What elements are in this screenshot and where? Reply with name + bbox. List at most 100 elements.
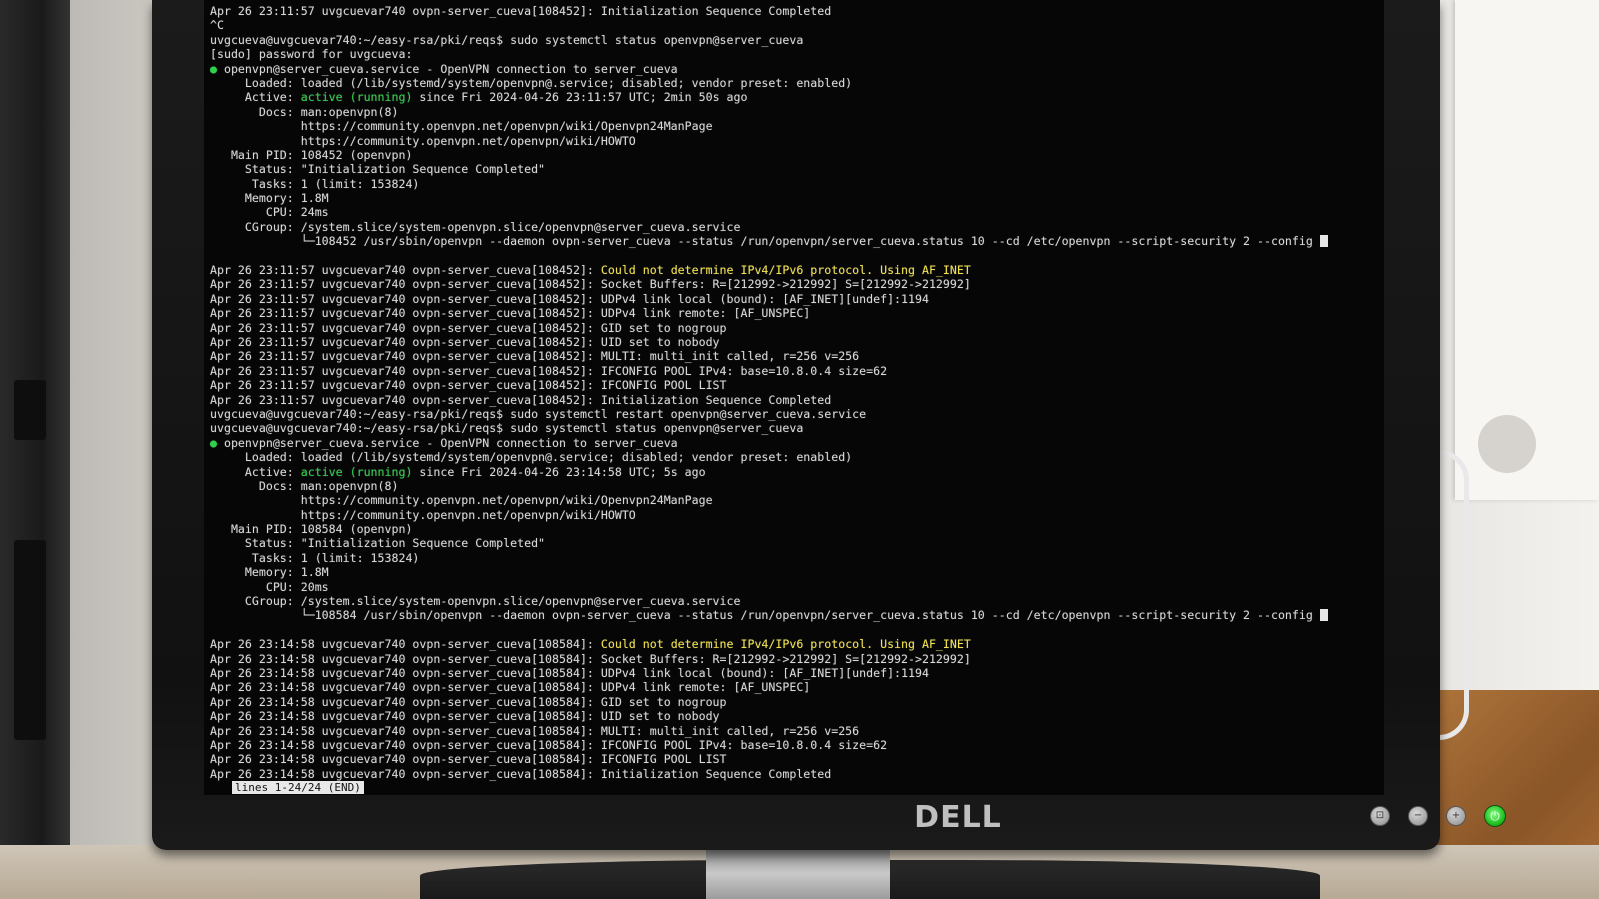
truncation-cursor — [1319, 235, 1328, 248]
line-text: Loaded: loaded (/lib/systemd/system/open… — [210, 450, 853, 465]
line-text: https://community.openvpn.net/openvpn/wi… — [210, 133, 636, 148]
terminal-line: Apr 26 23:11:57 uvgcuevar740 ovpn-server… — [210, 306, 1378, 320]
terminal-line: Tasks: 1 (limit: 153824) — [210, 177, 1378, 191]
line-text: Apr 26 23:14:58 uvgcuevar740 ovpn-server… — [210, 752, 727, 767]
terminal-line: Apr 26 23:11:57 uvgcuevar740 ovpn-server… — [210, 321, 1378, 335]
paper-mark — [1478, 415, 1536, 473]
line-text: openvpn@server_cueva.service - OpenVPN c… — [216, 61, 678, 76]
terminal-line: Docs: man:openvpn(8) — [210, 479, 1378, 493]
line-text: uvgcueva@uvgcuevar740:~/easy-rsa/pki/req… — [210, 32, 804, 47]
terminal-line: [sudo] password for uvgcueva: — [210, 47, 1378, 61]
terminal-line: uvgcueva@uvgcuevar740:~/easy-rsa/pki/req… — [210, 407, 1378, 421]
line-text: Apr 26 23:11:57 uvgcuevar740 ovpn-server… — [210, 4, 832, 18]
terminal-line: └─108584 /usr/sbin/openvpn --daemon ovpn… — [210, 608, 1378, 622]
plus-icon[interactable]: + — [1446, 806, 1466, 826]
terminal-line: Apr 26 23:11:57 uvgcuevar740 ovpn-server… — [210, 292, 1378, 306]
line-text: ^C — [210, 18, 224, 33]
line-text: Memory: 1.8M — [210, 565, 329, 580]
cable — [1438, 450, 1469, 740]
status-dot-icon: ● — [210, 435, 217, 450]
terminal-line: Docs: man:openvpn(8) — [210, 105, 1378, 119]
terminal-line: Apr 26 23:11:57 uvgcuevar740 ovpn-server… — [210, 393, 1378, 407]
terminal-line: Memory: 1.8M — [210, 191, 1378, 205]
input-select-icon[interactable]: ⊡ — [1370, 806, 1390, 826]
status-dot-icon: ● — [210, 61, 217, 76]
line-text: CGroup: /system.slice/system-openvpn.sli… — [210, 594, 741, 609]
warning-message: Could not determine IPv4/IPv6 protocol. … — [600, 263, 971, 278]
terminal-line: Apr 26 23:11:57 uvgcuevar740 ovpn-server… — [210, 335, 1378, 349]
terminal-line: Main PID: 108452 (openvpn) — [210, 148, 1378, 162]
terminal-line: CPU: 20ms — [210, 580, 1378, 594]
terminal-line: https://community.openvpn.net/openvpn/wi… — [210, 508, 1378, 522]
terminal-line: Apr 26 23:14:58 uvgcuevar740 ovpn-server… — [210, 709, 1378, 723]
terminal-line: Apr 26 23:14:58 uvgcuevar740 ovpn-server… — [210, 652, 1378, 666]
line-text: Memory: 1.8M — [210, 191, 329, 206]
terminal-line: Loaded: loaded (/lib/systemd/system/open… — [210, 450, 1378, 464]
terminal-line: Apr 26 23:11:57 uvgcuevar740 ovpn-server… — [210, 4, 1378, 18]
line-text: https://community.openvpn.net/openvpn/wi… — [210, 119, 713, 134]
monitor-controls: ⊡ − + ⏻ — [1370, 804, 1540, 828]
pager-status: lines 1-24/24 (END) — [232, 781, 364, 794]
terminal-line: Apr 26 23:14:58 uvgcuevar740 ovpn-server… — [210, 738, 1378, 752]
terminal-line: Apr 26 23:14:58 uvgcuevar740 ovpn-server… — [210, 752, 1378, 766]
terminal-line: Apr 26 23:14:58 uvgcuevar740 ovpn-server… — [210, 666, 1378, 680]
line-text: Main PID: 108584 (openvpn) — [210, 522, 413, 537]
terminal-line: └─108452 /usr/sbin/openvpn --daemon ovpn… — [210, 234, 1378, 248]
tower-slot — [14, 380, 46, 440]
line-text: since Fri 2024-04-26 23:11:57 UTC; 2min … — [412, 90, 748, 105]
terminal-line: Memory: 1.8M — [210, 565, 1378, 579]
terminal-line: uvgcueva@uvgcuevar740:~/easy-rsa/pki/req… — [210, 421, 1378, 435]
terminal-line: ● openvpn@server_cueva.service - OpenVPN… — [210, 436, 1378, 450]
line-text: https://community.openvpn.net/openvpn/wi… — [210, 507, 636, 522]
line-text: Status: "Initialization Sequence Complet… — [210, 536, 546, 551]
line-text: Apr 26 23:11:57 uvgcuevar740 ovpn-server… — [210, 334, 720, 349]
line-text: Docs: man:openvpn(8) — [210, 478, 399, 493]
line-text: Apr 26 23:14:58 uvgcuevar740 ovpn-server… — [210, 694, 727, 709]
terminal-line: Active: active (running) since Fri 2024-… — [210, 90, 1378, 104]
tower-slot — [14, 540, 46, 740]
terminal-line: Apr 26 23:11:57 uvgcuevar740 ovpn-server… — [210, 364, 1378, 378]
line-text: Apr 26 23:14:58 uvgcuevar740 ovpn-server… — [210, 680, 811, 695]
power-icon[interactable]: ⏻ — [1484, 805, 1506, 827]
pc-tower — [0, 0, 70, 899]
line-prefix: Active: — [210, 90, 301, 105]
line-text: Apr 26 23:14:58 uvgcuevar740 ovpn-server… — [210, 766, 832, 781]
line-text: uvgcueva@uvgcuevar740:~/easy-rsa/pki/req… — [210, 421, 804, 436]
line-text: Apr 26 23:11:57 uvgcuevar740 ovpn-server… — [210, 349, 860, 364]
line-text: Apr 26 23:11:57 uvgcuevar740 ovpn-server… — [210, 277, 971, 292]
line-text: Status: "Initialization Sequence Complet… — [210, 162, 546, 177]
terminal-line: Main PID: 108584 (openvpn) — [210, 522, 1378, 536]
terminal-line: Apr 26 23:14:58 uvgcuevar740 ovpn-server… — [210, 724, 1378, 738]
terminal-line: Apr 26 23:11:57 uvgcuevar740 ovpn-server… — [210, 263, 1378, 277]
terminal-line: Active: active (running) since Fri 2024-… — [210, 465, 1378, 479]
line-text: Docs: man:openvpn(8) — [210, 104, 399, 119]
terminal-line: Status: "Initialization Sequence Complet… — [210, 536, 1378, 550]
terminal-line: Apr 26 23:14:58 uvgcuevar740 ovpn-server… — [210, 767, 1378, 781]
terminal-line: Status: "Initialization Sequence Complet… — [210, 162, 1378, 176]
terminal-line: Apr 26 23:14:58 uvgcuevar740 ovpn-server… — [210, 695, 1378, 709]
line-prefix: Apr 26 23:11:57 uvgcuevar740 ovpn-server… — [210, 263, 601, 278]
truncation-cursor — [1319, 609, 1328, 622]
line-text: [sudo] password for uvgcueva: — [210, 47, 413, 62]
terminal-line: Apr 26 23:11:57 uvgcuevar740 ovpn-server… — [210, 349, 1378, 363]
line-text: CPU: 24ms — [210, 205, 329, 220]
line-text: Apr 26 23:14:58 uvgcuevar740 ovpn-server… — [210, 737, 888, 752]
terminal-line: https://community.openvpn.net/openvpn/wi… — [210, 134, 1378, 148]
line-prefix: Active: — [210, 464, 301, 479]
terminal-line: CGroup: /system.slice/system-openvpn.sli… — [210, 594, 1378, 608]
active-status: active (running) — [300, 464, 413, 479]
line-text: Apr 26 23:11:57 uvgcuevar740 ovpn-server… — [210, 320, 727, 335]
minus-icon[interactable]: − — [1408, 806, 1428, 826]
terminal-line: CGroup: /system.slice/system-openvpn.sli… — [210, 220, 1378, 234]
terminal-line: https://community.openvpn.net/openvpn/wi… — [210, 119, 1378, 133]
line-text: Apr 26 23:14:58 uvgcuevar740 ovpn-server… — [210, 665, 929, 680]
line-text: Apr 26 23:14:58 uvgcuevar740 ovpn-server… — [210, 723, 860, 738]
terminal-line: Apr 26 23:11:57 uvgcuevar740 ovpn-server… — [210, 378, 1378, 392]
terminal-output: Apr 26 23:11:57 uvgcuevar740 ovpn-server… — [210, 4, 1378, 795]
terminal-line: Apr 26 23:14:58 uvgcuevar740 ovpn-server… — [210, 680, 1378, 694]
line-text: Tasks: 1 (limit: 153824) — [210, 176, 420, 191]
line-text: CPU: 20ms — [210, 579, 329, 594]
wall — [70, 0, 160, 899]
